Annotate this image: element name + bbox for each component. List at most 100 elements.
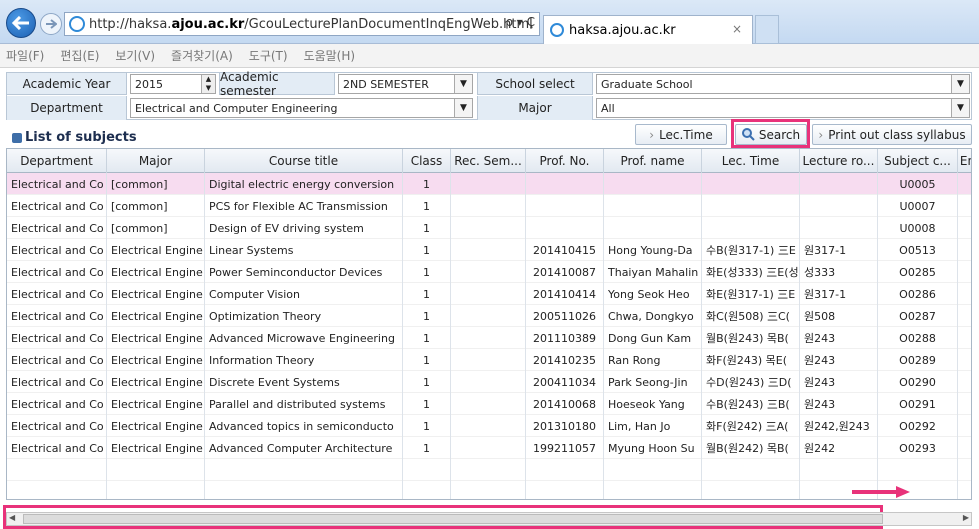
table-row[interactable]: Electrical and Co [common] Design of EV dr… — [7, 217, 971, 239]
table-row[interactable]: Electrical and Co Electrical Engine Advanc… — [7, 415, 971, 437]
chevron-down-icon[interactable]: ▼ — [951, 99, 969, 117]
table-cell: Thaiyan Mahalin — [604, 261, 702, 283]
table-cell — [604, 217, 702, 239]
table-cell: Electrical Engine — [107, 437, 205, 459]
table-cell: Electrical and Co — [7, 173, 107, 195]
school-select[interactable]: Graduate School ▼ — [596, 74, 970, 94]
table-cell: 1 — [403, 239, 451, 261]
table-row[interactable] — [7, 459, 971, 481]
table-row[interactable] — [7, 481, 971, 499]
address-bar[interactable]: http://haksa.ajou.ac.kr/GcouLecturePlanD… — [64, 12, 540, 36]
table-cell — [451, 173, 526, 195]
table-cell: Electrical and Co — [7, 195, 107, 217]
table-cell: Myung Hoon Su — [604, 437, 702, 459]
table-row[interactable]: Electrical and Co Electrical Engine Parall… — [7, 393, 971, 415]
table-row[interactable]: Electrical and Co Electrical Engine Inform… — [7, 349, 971, 371]
table-cell — [451, 371, 526, 393]
new-tab-button[interactable] — [755, 15, 779, 44]
table-row[interactable]: Electrical and Co Electrical Engine Discre… — [7, 371, 971, 393]
menu-edit[interactable]: 편집(E) — [60, 47, 99, 64]
chevron-down-icon[interactable]: ▼ — [454, 75, 472, 93]
back-button[interactable] — [6, 8, 36, 38]
table-cell — [702, 173, 800, 195]
year-spinner-icon[interactable]: ▲ ▼ — [201, 75, 215, 93]
scroll-right-icon[interactable]: ▶ — [963, 513, 969, 522]
table-row[interactable]: Electrical and Co Electrical Engine Advanc… — [7, 327, 971, 349]
academic-year-field[interactable]: 2015 ▲ ▼ — [130, 74, 216, 94]
table-cell: Park Seong-Jin — [604, 371, 702, 393]
column-header[interactable]: Department — [7, 149, 107, 173]
chevron-down-icon[interactable]: ▼ — [951, 75, 969, 93]
table-cell: O0287 — [878, 305, 958, 327]
column-header[interactable]: En — [958, 149, 971, 173]
scroll-left-icon[interactable]: ◀ — [9, 513, 15, 522]
table-cell: Electrical and Co — [7, 393, 107, 415]
menu-help[interactable]: 도움말(H) — [304, 47, 356, 64]
chevron-down-icon[interactable]: ▼ — [454, 99, 472, 117]
menu-file[interactable]: 파일(F) — [6, 47, 44, 64]
table-cell — [451, 393, 526, 415]
table-cell: Design of EV driving system — [205, 217, 403, 239]
table-cell — [604, 459, 702, 481]
department-select[interactable]: Electrical and Computer Engineering ▼ — [130, 98, 473, 118]
table-cell: U0007 — [878, 195, 958, 217]
table-cell: 200411034 — [526, 371, 604, 393]
table-cell — [107, 481, 205, 499]
horizontal-scrollbar[interactable]: ◀ ▶ — [6, 512, 972, 526]
address-tools[interactable]: ρ ▾ Ç — [505, 15, 535, 29]
column-header[interactable]: Rec. Sem... — [451, 149, 526, 173]
back-arrow-icon — [12, 16, 29, 30]
major-label: Major — [477, 96, 593, 120]
table-cell — [7, 481, 107, 499]
ie-logo-icon — [69, 16, 85, 32]
browser-tab[interactable]: haksa.ajou.ac.kr × — [543, 15, 753, 44]
filter-panel: Academic Year 2015 ▲ ▼ Academic semester 2… — [6, 70, 972, 120]
table-cell — [702, 195, 800, 217]
chevron-right-icon: › — [649, 127, 655, 142]
table-row[interactable]: Electrical and Co Electrical Engine Optimi… — [7, 305, 971, 327]
scrollbar-thumb[interactable] — [23, 514, 883, 524]
column-header[interactable]: Prof. name — [604, 149, 702, 173]
table-cell: 1 — [403, 393, 451, 415]
table-row[interactable]: Electrical and Co Electrical Engine Power … — [7, 261, 971, 283]
lec-time-button[interactable]: › Lec.Time — [635, 124, 727, 145]
major-select[interactable]: All ▼ — [596, 98, 970, 118]
table-cell: PCS for Flexible AC Transmission — [205, 195, 403, 217]
table-cell: Electrical Engine — [107, 371, 205, 393]
tab-title: haksa.ajou.ac.kr — [569, 22, 676, 38]
table-cell: [common] — [107, 195, 205, 217]
column-header[interactable]: Major — [107, 149, 205, 173]
print-syllabus-button[interactable]: › Print out class syllabus — [812, 124, 972, 145]
column-header[interactable]: Lec. Time — [702, 149, 800, 173]
table-cell — [702, 459, 800, 481]
table-cell — [205, 481, 403, 499]
table-row[interactable]: Electrical and Co [common] PCS for Flexibl… — [7, 195, 971, 217]
menu-tools[interactable]: 도구(T) — [249, 47, 288, 64]
table-cell: Parallel and distributed systems — [205, 393, 403, 415]
table-row[interactable]: Electrical and Co Electrical Engine Linear… — [7, 239, 971, 261]
table-row[interactable]: Electrical and Co Electrical Engine Comput… — [7, 283, 971, 305]
column-header[interactable]: Class — [403, 149, 451, 173]
table-cell — [451, 217, 526, 239]
url-text: http://haksa.ajou.ac.kr/GcouLecturePlanD… — [89, 16, 533, 32]
column-header[interactable]: Subject c... — [878, 149, 958, 173]
menu-view[interactable]: 보기(V) — [115, 47, 155, 64]
table-cell — [604, 481, 702, 499]
table-cell — [958, 239, 971, 261]
menu-favorites[interactable]: 즐겨찾기(A) — [171, 47, 233, 64]
column-header[interactable]: Prof. No. — [526, 149, 604, 173]
ie-logo-icon — [550, 23, 564, 37]
close-tab-icon[interactable]: × — [732, 22, 742, 36]
table-cell — [958, 349, 971, 371]
table-cell: 1 — [403, 371, 451, 393]
table-cell: Advanced topics in semiconducto — [205, 415, 403, 437]
academic-semester-select[interactable]: 2ND SEMESTER ▼ — [338, 74, 473, 94]
browser-titlebar: http://haksa.ajou.ac.kr/GcouLecturePlanD… — [0, 0, 979, 44]
table-row[interactable]: Electrical and Co Electrical Engine Advanc… — [7, 437, 971, 459]
table-cell: 1 — [403, 283, 451, 305]
table-row[interactable]: Electrical and Co [common] Digital electri… — [7, 173, 971, 195]
column-header[interactable]: Lecture ro... — [800, 149, 878, 173]
column-header[interactable]: Course title — [205, 149, 403, 173]
table-cell: O0293 — [878, 437, 958, 459]
forward-button[interactable] — [40, 13, 62, 35]
